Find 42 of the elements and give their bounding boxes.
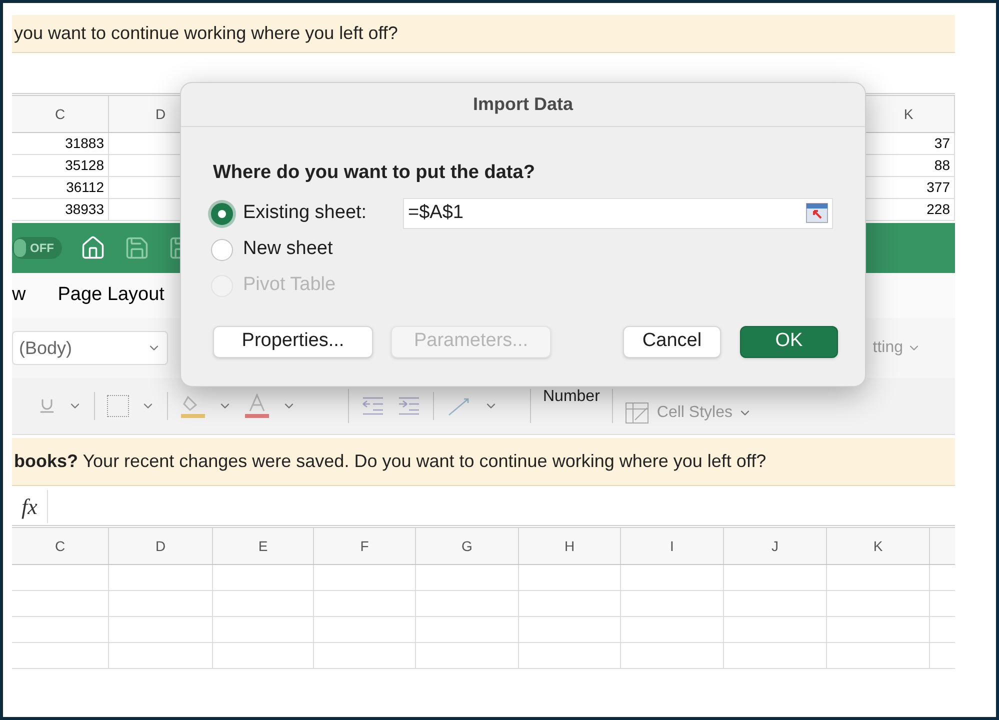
- table-cell: 35128: [12, 155, 109, 176]
- column-header: F: [314, 528, 416, 564]
- radio-button[interactable]: [211, 202, 233, 224]
- column-header: H: [519, 528, 621, 564]
- home-icon[interactable]: [80, 235, 106, 261]
- option-label: Existing sheet:: [243, 201, 367, 226]
- column-header: K: [827, 528, 930, 564]
- font-color-icon[interactable]: [244, 393, 270, 419]
- destination-field[interactable]: =$A$1: [403, 198, 833, 228]
- range-picker-icon[interactable]: [806, 202, 828, 222]
- cell-styles-icon: [624, 402, 651, 424]
- fill-color-icon[interactable]: [180, 393, 206, 419]
- column-header: G: [416, 528, 519, 564]
- save-icon[interactable]: [124, 235, 150, 261]
- table-cell: 31883: [12, 133, 109, 154]
- dialog-button[interactable]: Properties...: [213, 326, 373, 358]
- ribbon-tab[interactable]: w: [12, 281, 26, 310]
- option-label: New sheet: [243, 237, 333, 262]
- function-label[interactable]: fx: [12, 490, 48, 523]
- column-header: E: [213, 528, 314, 564]
- column-header: I: [621, 528, 724, 564]
- notification-text: you want to continue working where you left off?: [14, 22, 398, 45]
- radio-button[interactable]: [211, 238, 233, 260]
- column-header: C: [12, 96, 109, 132]
- number-group-label: Number: [543, 387, 600, 407]
- option-label: Pivot Table: [243, 273, 336, 298]
- borders-icon[interactable]: [107, 395, 129, 417]
- column-header: C: [12, 528, 109, 564]
- dialog-question: Where do you want to put the data?: [213, 161, 536, 185]
- table-cell: 38933: [12, 199, 109, 220]
- dialog-button[interactable]: Cancel: [623, 326, 721, 358]
- column-header: J: [724, 528, 827, 564]
- dialog-title: Import Data: [472, 93, 573, 116]
- ribbon-tab[interactable]: Page Layout: [58, 281, 164, 310]
- increase-indent-icon[interactable]: [397, 396, 421, 416]
- decrease-indent-icon[interactable]: [361, 396, 385, 416]
- column-header: D: [109, 528, 213, 564]
- notification-text: books? Your recent changes were saved. Do you want to continue working where you left off?: [14, 450, 766, 473]
- dialog-button[interactable]: OK: [740, 326, 838, 358]
- underline-icon[interactable]: [38, 397, 56, 415]
- font-dropdown[interactable]: (Body): [12, 331, 168, 365]
- table-cell: 36112: [12, 177, 109, 198]
